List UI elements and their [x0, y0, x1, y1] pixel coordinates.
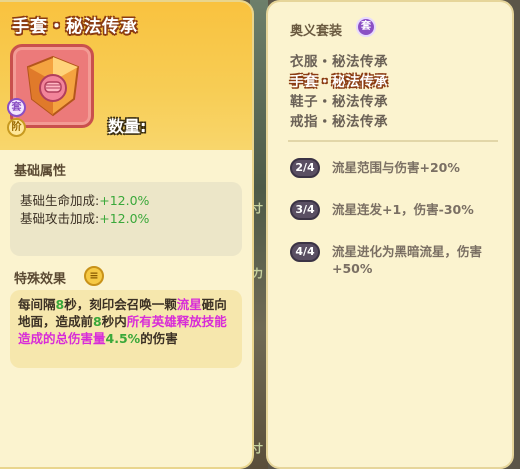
bonus-text: 流星连发+1，伤害-30%: [332, 202, 474, 217]
set-badge: 套: [7, 98, 26, 117]
bonus-text: 流星进化为黑暗流星，伤害+50%: [332, 244, 483, 276]
effect-segment: 流星: [176, 297, 202, 312]
bonus-badge: 2/4: [290, 158, 320, 178]
effect-segment: 的伤害: [140, 331, 178, 346]
effect-segment: 秒，刻印会召唤一颗: [64, 297, 177, 312]
stat-row: 基础攻击加成:+12.0%: [20, 208, 149, 227]
bonus-badge: 4/4: [290, 242, 320, 262]
set-bonus-panel: 奥义套装 套 衣服・秘法传承 手套・秘法传承 鞋子・秘法传承 戒指・秘法传承 2…: [266, 0, 514, 469]
bonus-badge: 3/4: [290, 200, 320, 220]
set-item-gloves[interactable]: 手套・秘法传承: [290, 70, 388, 90]
item-title: 手套・秘法传承: [12, 17, 138, 37]
item-header: 手套・秘法传承 套 阶 数量:: [0, 2, 252, 150]
stat-label: 基础攻击加成:: [20, 211, 100, 226]
set-icon: 套: [356, 17, 376, 37]
effect-segment: 8: [55, 297, 65, 312]
bonus-text: 流星范围与伤害+20%: [332, 160, 460, 175]
stat-value: +12.0%: [99, 211, 150, 226]
effect-segment: 秒内: [101, 314, 127, 329]
base-attributes-box: 基础生命加成:+12.0% 基础攻击加成:+12.0%: [10, 182, 242, 256]
level-badge: 阶: [7, 118, 26, 137]
special-effect-heading: 特殊效果: [14, 272, 67, 287]
special-effect-box: 每间隔8秒，刻印会召唤一颗流星砸向地面，造成前8秒内所有英雄释放技能造成的总伤害…: [10, 290, 242, 368]
effect-segment: 4.5%: [105, 331, 141, 346]
quantity-label: 数量:: [108, 117, 147, 136]
effect-segment: 每间隔: [18, 297, 56, 312]
set-item-ring[interactable]: 戒指・秘法传承: [290, 110, 388, 130]
set-panel-heading: 奥义套装: [290, 24, 343, 39]
set-item-shoes[interactable]: 鞋子・秘法传承: [290, 90, 388, 110]
item-detail-panel: 手套・秘法传承 套 阶 数量: 基础属性 基础生命加成:+12.0% 基础攻击加…: [0, 0, 254, 469]
effect-segment: 8: [93, 314, 102, 329]
stat-label: 基础生命加成:: [20, 193, 100, 208]
stat-value: +12.0%: [99, 193, 150, 208]
special-effect-text: 每间隔8秒，刻印会召唤一颗流星砸向地面，造成前8秒内所有英雄释放技能造成的总伤害…: [18, 296, 238, 347]
stat-row: 基础生命加成:+12.0%: [20, 190, 149, 209]
base-attributes-heading: 基础属性: [14, 164, 67, 179]
scroll-icon[interactable]: ≡: [84, 266, 104, 286]
set-item-clothes[interactable]: 衣服・秘法传承: [290, 50, 388, 70]
divider: [288, 140, 498, 142]
gauntlet-icon: [26, 55, 80, 117]
item-icon-frame[interactable]: [10, 44, 94, 128]
